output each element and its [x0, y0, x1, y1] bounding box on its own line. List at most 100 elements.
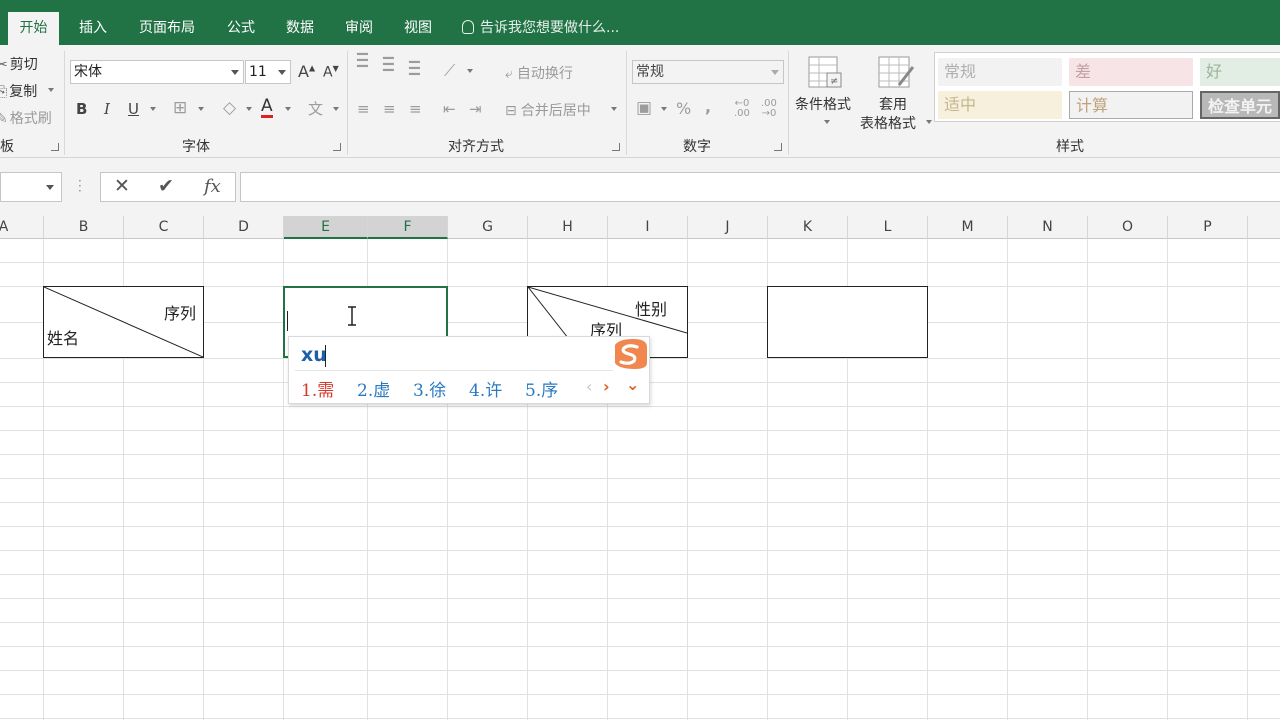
shrink-font-button[interactable]: A▼ [323, 64, 339, 81]
font-color-dropdown-arrow[interactable] [285, 107, 291, 111]
column-header-i[interactable]: I [608, 216, 688, 239]
wrap-text-label: 自动换行 [516, 66, 573, 82]
column-header-e[interactable]: E [284, 216, 368, 239]
copy-button[interactable]: ⎘ 复制 [0, 81, 54, 101]
name-box[interactable] [0, 172, 62, 202]
tab-formulas[interactable]: 公式 [218, 12, 264, 45]
decrease-decimal-icon[interactable]: .00 →0 [761, 99, 777, 119]
align-middle-icon[interactable]: ▔ ▔ ▔ [383, 59, 394, 85]
style-good[interactable]: 好 [1200, 58, 1280, 86]
ime-candidate-2[interactable]: 2.虚 [357, 376, 390, 401]
tab-home[interactable]: 开始 [8, 12, 59, 45]
conditional-formatting-button[interactable]: 条件格式 [795, 94, 851, 114]
ime-expand-icon[interactable]: ⌄ [626, 375, 639, 394]
column-header-g[interactable]: G [448, 216, 528, 239]
ime-next-page-icon[interactable]: › [603, 377, 610, 396]
column-header-f[interactable]: F [368, 216, 448, 239]
bordered-cell-k-l[interactable] [767, 286, 928, 358]
bold-button[interactable]: B [76, 100, 87, 118]
currency-icon[interactable]: ▣ [636, 98, 652, 118]
column-header-b[interactable]: B [44, 216, 124, 239]
wrap-text-button[interactable]: ⤶ 自动换行 [505, 63, 573, 83]
phonetic-dropdown-arrow[interactable] [333, 107, 339, 111]
drag-handle-icon[interactable]: · · · [78, 175, 82, 197]
style-bad[interactable]: 差 [1069, 58, 1193, 86]
worksheet-grid[interactable]: A B C D E F G H I J K L M N O P 序列 姓名 性别… [0, 216, 1280, 720]
tab-page-layout[interactable]: 页面布局 [130, 12, 204, 45]
currency-dropdown-arrow[interactable] [661, 107, 667, 111]
orientation-icon[interactable]: ⟋ [444, 61, 455, 81]
cancel-icon[interactable]: ✕ [114, 175, 130, 197]
style-check-cell[interactable]: 检查单元 [1200, 91, 1280, 119]
font-name-select[interactable]: 宋体 [70, 60, 244, 84]
column-header-a[interactable]: A [0, 216, 44, 239]
format-table-dropdown-arrow[interactable] [926, 120, 932, 124]
ime-prev-page-icon[interactable]: ‹ [586, 377, 592, 396]
tab-insert[interactable]: 插入 [70, 12, 116, 45]
font-color-button[interactable]: A [261, 97, 273, 118]
copy-dropdown-arrow[interactable] [48, 88, 54, 92]
alignment-launcher-icon[interactable] [612, 143, 620, 151]
borders-icon[interactable]: ⊞ [173, 98, 187, 118]
ribbon-tab-bar: 开始 插入 页面布局 公式 数据 审阅 视图 告诉我您想要做什么... [0, 0, 1280, 45]
align-top-icon[interactable]: ▔ ▔ ▔ [357, 55, 368, 81]
format-as-table-line1[interactable]: 套用 [879, 94, 907, 114]
style-normal[interactable]: 常规 [938, 58, 1062, 86]
cell-area[interactable]: 序列 姓名 性别 序列 姓名 [0, 239, 1280, 720]
fill-color-icon[interactable]: ◇ [223, 98, 236, 118]
cut-button[interactable]: ✂ 剪切 [0, 54, 38, 74]
increase-indent-icon[interactable]: ⇥ [469, 100, 482, 118]
underline-dropdown-arrow[interactable] [150, 107, 156, 111]
column-header-k[interactable]: K [768, 216, 848, 239]
percent-button[interactable]: % [676, 99, 691, 118]
text-cursor-icon [348, 306, 356, 326]
italic-button[interactable]: I [104, 100, 110, 118]
ime-candidate-1[interactable]: 1.需 [301, 376, 334, 401]
font-size-select[interactable]: 11 [245, 60, 291, 84]
ime-candidate-4[interactable]: 4.许 [469, 376, 502, 401]
insert-function-icon[interactable]: fx [204, 176, 221, 197]
clipboard-launcher-icon[interactable] [51, 143, 59, 151]
column-header-d[interactable]: D [204, 216, 284, 239]
tell-me-search[interactable]: 告诉我您想要做什么... [462, 12, 619, 45]
style-neutral[interactable]: 适中 [938, 91, 1062, 119]
tab-data[interactable]: 数据 [277, 12, 323, 45]
conditional-dropdown-arrow[interactable] [824, 120, 830, 124]
column-header-n[interactable]: N [1008, 216, 1088, 239]
merge-dropdown-arrow[interactable] [611, 107, 617, 111]
format-painter-button[interactable]: ✎ 格式刷 [0, 108, 52, 128]
merge-center-button[interactable]: ⊟ 合并后居中 [505, 100, 591, 120]
align-bottom-icon[interactable]: ▔ ▔ ▔ [409, 63, 420, 89]
borders-dropdown-arrow[interactable] [198, 107, 204, 111]
number-launcher-icon[interactable] [774, 143, 782, 151]
phonetic-guide-button[interactable]: 文 [308, 98, 323, 119]
column-header-c[interactable]: C [124, 216, 204, 239]
diagonal-header-cell-1[interactable]: 序列 姓名 [43, 286, 204, 358]
ime-candidate-3[interactable]: 3.徐 [413, 376, 446, 401]
grow-font-button[interactable]: A▲ [298, 62, 315, 81]
formula-input[interactable] [240, 172, 1280, 202]
tab-review[interactable]: 审阅 [336, 12, 382, 45]
align-left-icon[interactable]: ≡ [357, 100, 370, 118]
column-header-p[interactable]: P [1168, 216, 1248, 239]
ime-candidate-5[interactable]: 5.序 [525, 376, 558, 401]
decrease-indent-icon[interactable]: ⇤ [443, 100, 456, 118]
number-format-select[interactable]: 常规 [632, 60, 784, 84]
tab-view[interactable]: 视图 [395, 12, 441, 45]
column-header-o[interactable]: O [1088, 216, 1168, 239]
style-calculation[interactable]: 计算 [1069, 91, 1193, 119]
format-as-table-button[interactable]: 表格格式 [860, 113, 916, 133]
column-header-l[interactable]: L [848, 216, 928, 239]
column-header-m[interactable]: M [928, 216, 1008, 239]
comma-button[interactable]: , [705, 97, 711, 116]
column-header-j[interactable]: J [688, 216, 768, 239]
align-center-icon[interactable]: ≡ [383, 100, 396, 118]
enter-icon[interactable]: ✔ [158, 175, 174, 197]
column-header-h[interactable]: H [528, 216, 608, 239]
align-right-icon[interactable]: ≡ [409, 100, 422, 118]
font-launcher-icon[interactable] [333, 143, 341, 151]
underline-button[interactable]: U [128, 100, 139, 118]
fill-color-dropdown-arrow[interactable] [246, 107, 252, 111]
increase-decimal-icon[interactable]: ←0.00 [734, 99, 750, 119]
orientation-dropdown-arrow[interactable] [467, 69, 473, 73]
